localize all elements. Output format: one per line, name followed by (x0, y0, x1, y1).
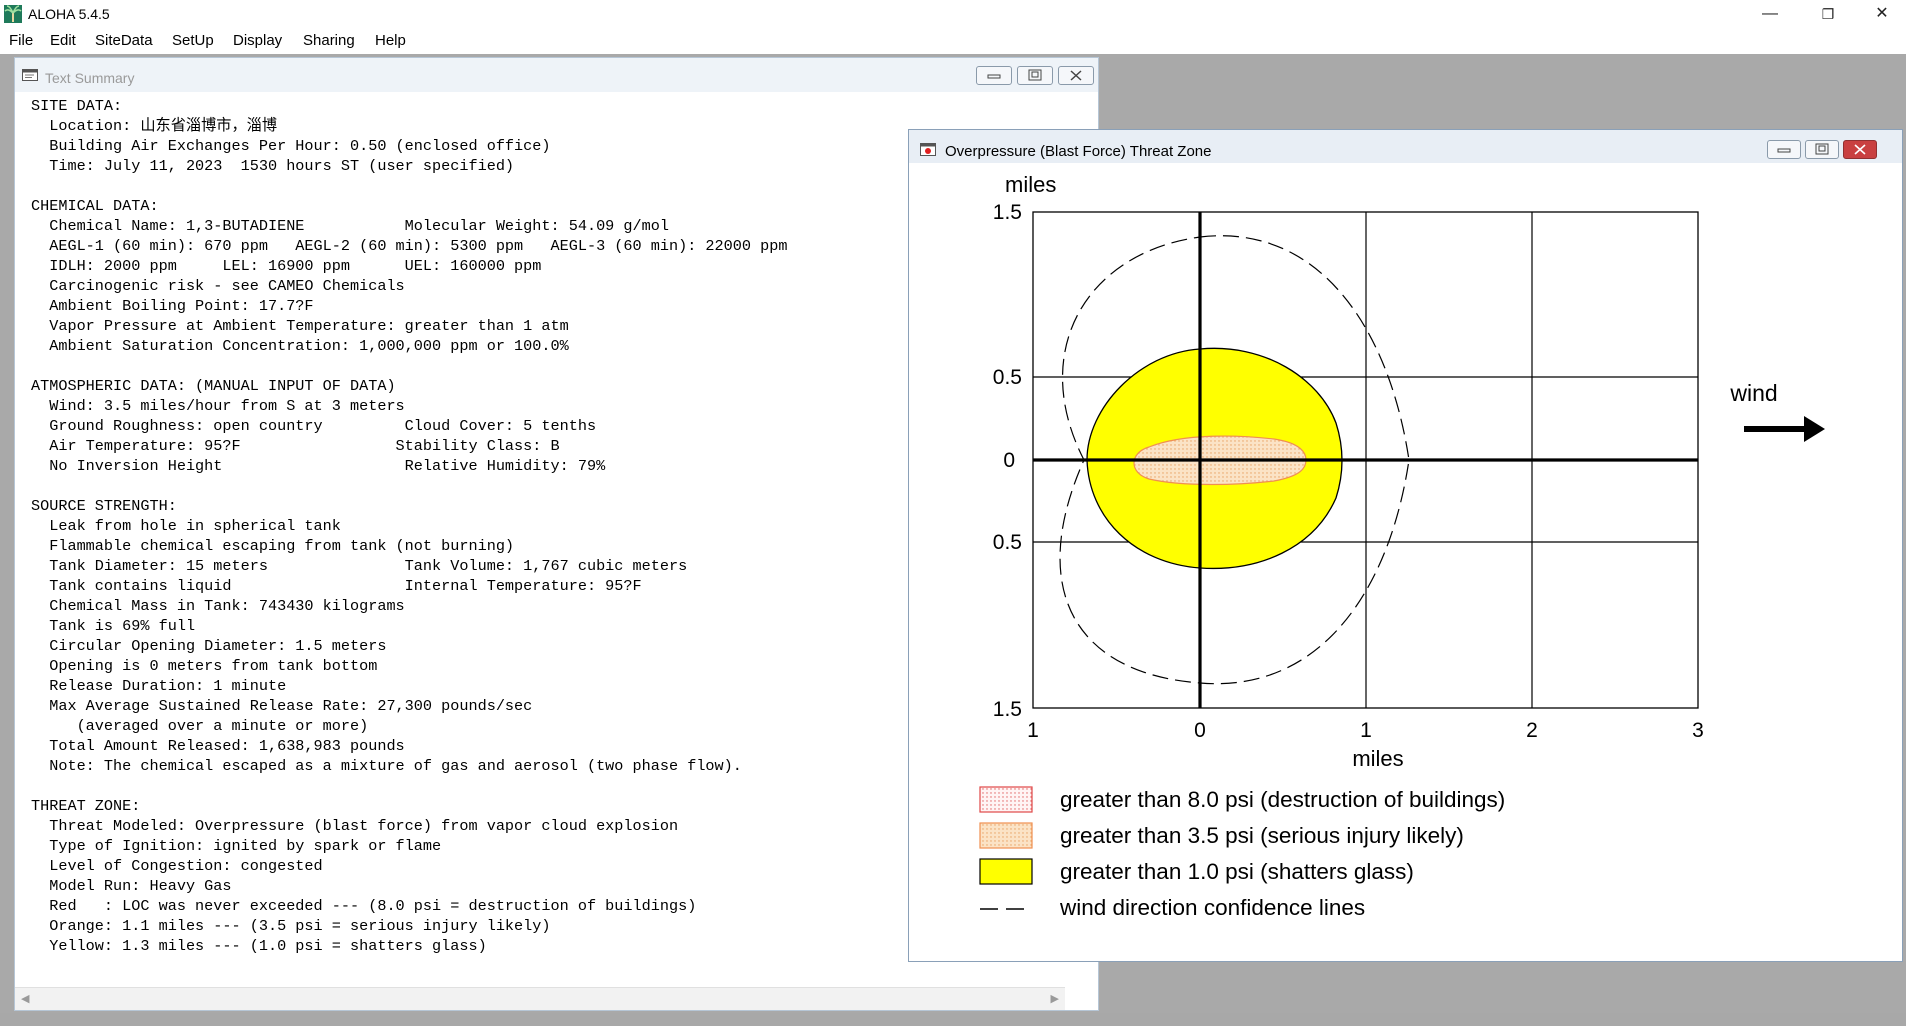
legend: greater than 8.0 psi (destruction of bui… (979, 786, 1505, 920)
text-maximize-button[interactable] (1017, 66, 1053, 85)
legend-label-red: greater than 8.0 psi (destruction of bui… (1060, 787, 1505, 812)
wind-arrow-icon (1744, 416, 1825, 442)
legend-swatch-red (979, 786, 1033, 813)
minimize-icon (1777, 148, 1791, 153)
x-tick-label: 0 (1194, 719, 1206, 742)
menu-help[interactable]: Help (375, 32, 406, 49)
menu-edit[interactable]: Edit (50, 32, 76, 49)
threat-zone-title: Overpressure (Blast Force) Threat Zone (945, 143, 1212, 160)
scroll-left-arrow-icon[interactable]: ◀ (21, 992, 29, 1005)
plot-minimize-button[interactable] (1767, 140, 1801, 159)
summary-line: SITE DATA: (31, 97, 123, 115)
menu-sharing[interactable]: Sharing (303, 32, 355, 49)
legend-swatch-yellow (979, 858, 1033, 885)
menu-bar: File Edit SiteData SetUp Display Sharing… (0, 28, 1906, 55)
threat-zone-plot: miles 1.5 0.5 0 0.5 1.5 1 0 1 2 3 miles … (979, 172, 1825, 920)
x-tick-label: 2 (1526, 719, 1538, 742)
text-summary-titlebar[interactable]: Text Summary (15, 58, 1098, 92)
legend-label-confidence: wind direction confidence lines (1059, 895, 1365, 920)
legend-label-yellow: greater than 1.0 psi (shatters glass) (1060, 859, 1414, 884)
scroll-right-arrow-icon[interactable]: ▶ (1051, 992, 1059, 1005)
menu-setup[interactable]: SetUp (172, 32, 214, 49)
close-icon (1854, 144, 1866, 155)
menu-file[interactable]: File (9, 32, 33, 49)
text-close-button[interactable] (1058, 66, 1094, 85)
app-title: ALOHA 5.4.5 (28, 6, 110, 22)
aloha-palm-icon (4, 5, 22, 23)
horizontal-scrollbar[interactable]: ◀ ▶ (15, 987, 1065, 1010)
x-tick-label: 3 (1692, 719, 1704, 742)
close-button[interactable]: ✕ (1854, 0, 1906, 28)
legend-label-orange: greater than 3.5 psi (serious injury lik… (1060, 823, 1464, 848)
app-titlebar: ALOHA 5.4.5 — ❐ ✕ (0, 0, 1906, 28)
y-tick-label: 0.5 (993, 366, 1022, 389)
y-tick-label: 0 (1003, 449, 1015, 472)
text-minimize-button[interactable] (976, 66, 1012, 85)
maximize-icon (1815, 143, 1829, 155)
plot-close-button[interactable] (1843, 140, 1877, 159)
x-tick-label: 1 (1027, 719, 1039, 742)
text-window-icon (22, 69, 38, 81)
y-tick-label: 1.5 (993, 698, 1022, 721)
close-icon (1070, 70, 1082, 81)
plot-maximize-button[interactable] (1805, 140, 1839, 159)
threat-zone-window: Overpressure (Blast Force) Threat Zone m… (908, 129, 1903, 962)
legend-swatch-orange (979, 822, 1033, 849)
y-tick-label: 0.5 (993, 531, 1022, 554)
x-tick-label: 1 (1360, 719, 1372, 742)
y-tick-label: 1.5 (993, 201, 1022, 224)
wind-label: wind (1729, 380, 1777, 406)
y-unit-label: miles (1005, 172, 1056, 197)
threat-zone-titlebar[interactable]: Overpressure (Blast Force) Threat Zone (909, 130, 1902, 163)
x-axis-label: miles (1352, 746, 1403, 771)
menu-display[interactable]: Display (233, 32, 282, 49)
threat-window-icon (920, 143, 936, 156)
minimize-icon (987, 74, 1001, 79)
menu-sitedata[interactable]: SiteData (95, 32, 153, 49)
minimize-button[interactable]: — (1742, 0, 1798, 28)
restore-button[interactable]: ❐ (1800, 0, 1856, 28)
text-summary-title: Text Summary (45, 70, 135, 86)
maximize-icon (1028, 69, 1042, 81)
